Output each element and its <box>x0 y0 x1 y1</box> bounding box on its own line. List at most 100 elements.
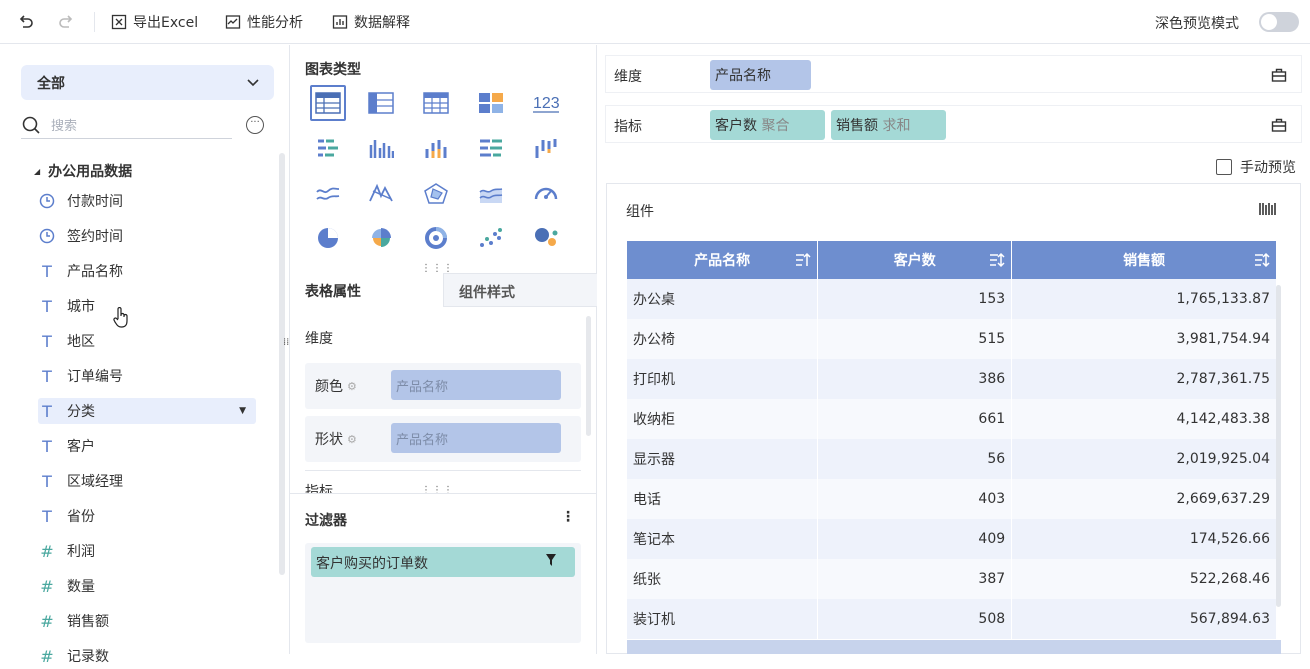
tab-table-properties[interactable]: 表格属性 <box>305 281 361 301</box>
cell-customers: 387 <box>817 559 1013 599</box>
sort-icon[interactable] <box>1254 252 1270 268</box>
table-row[interactable]: 笔记本 409 174,526.66 <box>627 519 1277 559</box>
field-item[interactable]: # 记录数 <box>38 643 256 669</box>
table-row[interactable]: 打印机 386 2,787,361.75 <box>627 359 1277 399</box>
grouped-column-icon[interactable] <box>363 130 399 166</box>
dataset-node[interactable]: ◢ 办公用品数据 <box>34 161 132 181</box>
kpi-card-icon[interactable] <box>473 85 509 121</box>
field-item[interactable]: T 区域经理 <box>38 468 256 494</box>
sort-icon[interactable] <box>989 252 1005 268</box>
stacked-bar-icon[interactable] <box>310 130 346 166</box>
dark-mode-toggle[interactable] <box>1259 12 1299 32</box>
barcode-settings-icon[interactable] <box>1258 201 1276 217</box>
table-row[interactable]: 装订机 508 567,894.63 <box>627 599 1277 639</box>
color-field-chip[interactable]: 产品名称 <box>391 370 561 400</box>
field-label: 记录数 <box>67 649 109 665</box>
field-item[interactable]: T 订单编号 <box>38 363 256 389</box>
cross-table-icon[interactable] <box>363 85 399 121</box>
table-header-cell[interactable]: 客户数 <box>817 241 1013 279</box>
gear-icon[interactable]: ⚙ <box>347 380 357 393</box>
table-row[interactable]: 纸张 387 522,268.46 <box>627 559 1277 599</box>
header-label: 产品名称 <box>694 253 751 269</box>
undo-icon[interactable] <box>18 10 40 34</box>
table-header-cell[interactable]: 销售额 <box>1011 241 1277 279</box>
field-item[interactable]: # 数量 <box>38 573 256 599</box>
config-tabs: 表格属性 组件样式 <box>290 273 597 307</box>
filter-icon[interactable] <box>545 553 557 567</box>
pie-chart-icon[interactable] <box>310 220 346 256</box>
tab-component-style[interactable]: 组件样式 <box>443 273 597 307</box>
scrollbar[interactable] <box>586 316 591 436</box>
redo-icon[interactable] <box>58 10 80 34</box>
table-row[interactable]: 显示器 56 2,019,925.04 <box>627 439 1277 479</box>
filter-chip[interactable]: 客户购买的订单数 <box>311 547 575 577</box>
dimension-drop-row[interactable]: 维度 产品名称 <box>605 55 1302 93</box>
table-row[interactable]: 办公桌 153 1,765,133.87 <box>627 279 1277 319</box>
shape-property[interactable]: 形状 ⚙ 产品名称 <box>305 416 581 462</box>
briefcase-icon[interactable] <box>1271 117 1287 133</box>
donut-chart-icon[interactable] <box>418 220 454 256</box>
field-search[interactable]: 搜索 <box>21 111 232 139</box>
gear-icon[interactable]: ⚙ <box>347 433 357 446</box>
indicator-drop-row[interactable]: 指标 客户数 聚合 销售额 求和 <box>605 105 1302 143</box>
field-label: 付款时间 <box>67 194 123 210</box>
field-item[interactable]: T 省份 <box>38 503 256 529</box>
column-chart-icon[interactable] <box>418 130 454 166</box>
table-chart-icon[interactable] <box>310 85 346 121</box>
indicator-chip-sales[interactable]: 销售额 求和 <box>831 110 946 140</box>
field-item-active[interactable]: T 分类 ▼ <box>38 398 256 424</box>
bar-chart-icon[interactable] <box>473 130 509 166</box>
filter-more-icon[interactable]: ⋮ <box>561 509 575 525</box>
field-item[interactable]: T 客户 <box>38 433 256 459</box>
radar-line-icon[interactable] <box>363 175 399 211</box>
cell-product: 显示器 <box>627 439 819 479</box>
gauge-icon[interactable] <box>528 175 564 211</box>
drag-handle-icon[interactable]: ⋮⋮⋮ <box>421 485 454 496</box>
color-property[interactable]: 颜色 ⚙ 产品名称 <box>305 363 581 409</box>
bubble-chart-icon[interactable] <box>528 220 564 256</box>
table-header-cell[interactable]: 产品名称 <box>627 241 819 279</box>
field-item[interactable]: T 城市 <box>38 293 256 328</box>
field-item[interactable]: # 销售额 <box>38 608 256 634</box>
detail-table-icon[interactable] <box>418 85 454 121</box>
text-type-icon: T <box>42 471 52 491</box>
clock-icon <box>38 193 56 209</box>
scrollbar[interactable] <box>279 153 285 575</box>
cell-product: 打印机 <box>627 359 819 399</box>
table-row[interactable]: 收纳柜 661 4,142,483.38 <box>627 399 1277 439</box>
sort-icon[interactable] <box>795 252 811 268</box>
field-item[interactable]: T 地区 <box>38 328 256 354</box>
dropdown-caret-icon[interactable]: ▼ <box>239 406 246 416</box>
field-item[interactable]: 付款时间 <box>38 188 256 214</box>
scope-select[interactable]: 全部 <box>21 65 274 100</box>
manual-preview-checkbox[interactable] <box>1216 159 1232 175</box>
shape-field-chip[interactable]: 产品名称 <box>391 423 561 453</box>
rose-chart-icon[interactable] <box>363 220 399 256</box>
scatter-chart-icon[interactable] <box>473 220 509 256</box>
line-chart-icon[interactable] <box>310 175 346 211</box>
data-explain-button[interactable]: 数据解释 <box>332 10 410 34</box>
field-label: 省份 <box>67 509 95 525</box>
filter-title: 过滤器 <box>305 513 347 529</box>
cell-product: 收纳柜 <box>627 399 819 439</box>
dimension-chip[interactable]: 产品名称 <box>710 60 811 90</box>
field-item[interactable]: # 利润 <box>38 538 256 564</box>
radar-chart-icon[interactable] <box>418 175 454 211</box>
filter-drop-area[interactable]: 客户购买的订单数 <box>305 543 581 643</box>
performance-analysis-button[interactable]: 性能分析 <box>225 10 303 34</box>
briefcase-icon[interactable] <box>1271 67 1287 83</box>
waterfall-icon[interactable] <box>528 130 564 166</box>
component-title: 组件 <box>626 204 654 220</box>
export-excel-button[interactable]: 导出Excel <box>111 10 198 34</box>
number-metric-icon[interactable]: 123 <box>528 85 564 121</box>
field-item[interactable]: 签约时间 <box>38 223 256 249</box>
table-row[interactable]: 电话 403 2,669,637.29 <box>627 479 1277 519</box>
area-chart-icon[interactable] <box>473 175 509 211</box>
cell-customers: 403 <box>817 479 1013 519</box>
field-item[interactable]: T 产品名称 <box>38 258 256 284</box>
indicator-chip-customers[interactable]: 客户数 聚合 <box>710 110 825 140</box>
more-options-icon[interactable]: ··· <box>246 116 264 134</box>
table-row[interactable]: 办公椅 515 3,981,754.94 <box>627 319 1277 359</box>
table-scrollbar[interactable] <box>1276 285 1281 607</box>
manual-preview-toggle[interactable]: 手动预览 <box>1216 157 1296 177</box>
